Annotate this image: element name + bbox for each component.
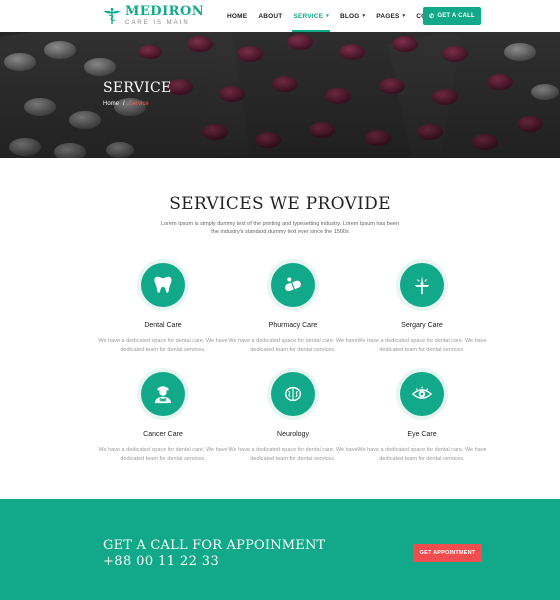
breadcrumb-current: Service (128, 101, 149, 107)
breadcrumb-home-link[interactable]: Home (103, 101, 119, 107)
nav-service[interactable]: SERVICE ▾ (292, 0, 330, 32)
icon-ring (137, 368, 189, 420)
service-title: Cancer Care (143, 431, 183, 438)
scalpel-icon (414, 275, 430, 295)
service-text: We have a dedicated space for dental car… (228, 338, 358, 353)
icon-circle (141, 263, 185, 307)
icon-circle (400, 372, 444, 416)
pills-icon (285, 277, 301, 292)
icon-circle (400, 263, 444, 307)
icon-ring (267, 368, 319, 420)
service-text: We have a dedicated space for dental car… (98, 338, 228, 353)
icon-circle (271, 372, 315, 416)
appointment-title: GET A CALL FOR APPOINMENT (103, 538, 326, 553)
nav-blog[interactable]: BLOG ▾ (340, 0, 365, 32)
icon-circle (271, 263, 315, 307)
brand-name: MEDIRON (125, 4, 205, 19)
page-banner: SERVICE Home / Service (0, 32, 560, 158)
brand-tagline: CARE IS MAIN (125, 20, 190, 26)
caret-down-icon: ▾ (326, 13, 329, 19)
nav-home[interactable]: HOME (227, 0, 247, 32)
caret-down-icon: ▾ (362, 13, 366, 19)
get-a-call-button[interactable]: ✆ GET A CALL (423, 7, 481, 25)
icon-ring (137, 259, 189, 311)
logo[interactable]: MEDIRON CARE IS MAIN (103, 5, 204, 26)
icon-ring (396, 259, 448, 311)
phone-icon: ✆ (429, 13, 435, 20)
service-text: We have a dedicated space for dental car… (357, 338, 487, 353)
doctor-icon (154, 386, 172, 404)
eye-icon (411, 386, 433, 399)
get-a-call-label: GET A CALL (437, 13, 475, 19)
icon-ring (396, 368, 448, 420)
nav-about-label: ABOUT (258, 12, 283, 20)
service-text: We have a dedicated space for dental car… (228, 447, 358, 462)
nav-pages[interactable]: PAGES ▾ (376, 0, 405, 32)
pills-background-image (0, 32, 560, 158)
nav-blog-label: BLOG (339, 12, 360, 20)
service-title: Sergary Care (401, 322, 443, 329)
service-text: We have a dedicated space for dental car… (98, 447, 228, 462)
services-description: Lorem Ipsum is simply dummy text of the … (160, 221, 400, 235)
service-title: Neurology (277, 431, 309, 438)
page-title: SERVICE (103, 80, 172, 96)
nav-service-label: SERVICE (293, 12, 324, 20)
icon-circle (141, 372, 185, 416)
tooth-icon (154, 276, 172, 293)
appointment-banner: GET A CALL FOR APPOINMENT +88 00 11 22 3… (0, 499, 560, 600)
services-heading: SERVICES WE PROVIDE (169, 194, 391, 214)
service-title: Dental Care (144, 322, 182, 329)
service-text: We have a dedicated space for dental car… (357, 447, 487, 462)
nav-home-label: HOME (227, 12, 248, 20)
get-appointment-button[interactable]: GET APPOINTMENT (413, 544, 482, 562)
icon-ring (267, 259, 319, 311)
service-title: Phurmacy Care (268, 322, 318, 329)
brain-icon (284, 386, 302, 402)
appointment-phone[interactable]: +88 00 11 22 33 (103, 554, 219, 569)
breadcrumb: Home / Service (103, 101, 149, 107)
site-header: MEDIRON CARE IS MAIN HOME ABOUT SERVICE ▾… (0, 0, 560, 32)
caret-down-icon: ▾ (402, 13, 406, 19)
nav-about[interactable]: ABOUT (258, 0, 282, 32)
service-title: Eye Care (407, 431, 437, 438)
breadcrumb-separator: / (123, 101, 125, 107)
caduceus-icon (103, 7, 121, 24)
nav-pages-label: PAGES (376, 12, 400, 20)
